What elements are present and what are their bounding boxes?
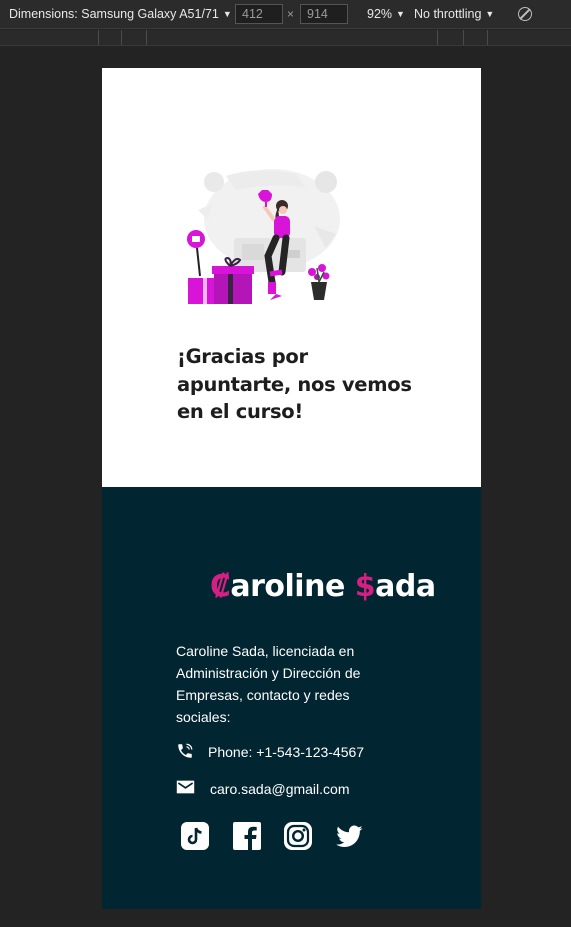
media-query-ruler	[0, 30, 571, 46]
logo-initial-colon-sign: ₡	[210, 569, 231, 604]
device-dimensions-select[interactable]: Dimensions: Samsung Galaxy A51/71 ▼	[9, 7, 232, 21]
instagram-icon[interactable]	[283, 821, 313, 851]
times-icon: ×	[287, 7, 295, 21]
site-footer: ₡aroline $ada Caroline Sada, licenciada …	[102, 487, 481, 909]
phone-icon	[178, 743, 193, 758]
mail-icon	[176, 780, 195, 794]
thanks-heading: ¡Gracias por apuntarte, nos vemos en el …	[177, 345, 412, 423]
chevron-down-icon: ▼	[396, 9, 405, 19]
email-text: caro.sada@gmail.com	[210, 781, 350, 797]
chevron-down-icon: ▼	[485, 9, 495, 19]
throttling-select[interactable]: No throttling ▼	[414, 7, 494, 21]
facebook-icon[interactable]	[232, 821, 262, 851]
logo-text-first-name: aroline	[230, 569, 355, 604]
device-dimensions-label: Dimensions: Samsung Galaxy A51/71	[9, 7, 219, 21]
viewport-height-input[interactable]: 914	[300, 4, 348, 24]
zoom-label: 92%	[367, 7, 393, 21]
tiktok-icon[interactable]	[180, 821, 210, 851]
device-viewport: ¡Gracias por apuntarte, nos vemos en el …	[102, 68, 481, 909]
phone-text: Phone: +1-543-123-4567	[208, 744, 365, 760]
site-logo[interactable]: ₡aroline $ada	[210, 569, 436, 604]
zoom-select[interactable]: 92% ▼	[367, 7, 405, 21]
logo-text-last-name: ada	[375, 569, 436, 604]
twitter-icon[interactable]	[334, 821, 364, 851]
devtools-device-toolbar: Dimensions: Samsung Galaxy A51/71 ▼ 412 ×…	[0, 0, 571, 29]
chevron-down-icon: ▼	[222, 9, 232, 19]
celebration-illustration	[187, 169, 340, 304]
throttling-label: No throttling	[414, 7, 482, 21]
thanks-section: ¡Gracias por apuntarte, nos vemos en el …	[102, 68, 481, 487]
disable-cache-icon[interactable]	[518, 7, 532, 21]
viewport-width-input[interactable]: 412	[235, 4, 283, 24]
footer-description: Caroline Sada, licenciada en Administrac…	[176, 643, 361, 725]
logo-initial-dollar-sign: $	[354, 569, 376, 604]
